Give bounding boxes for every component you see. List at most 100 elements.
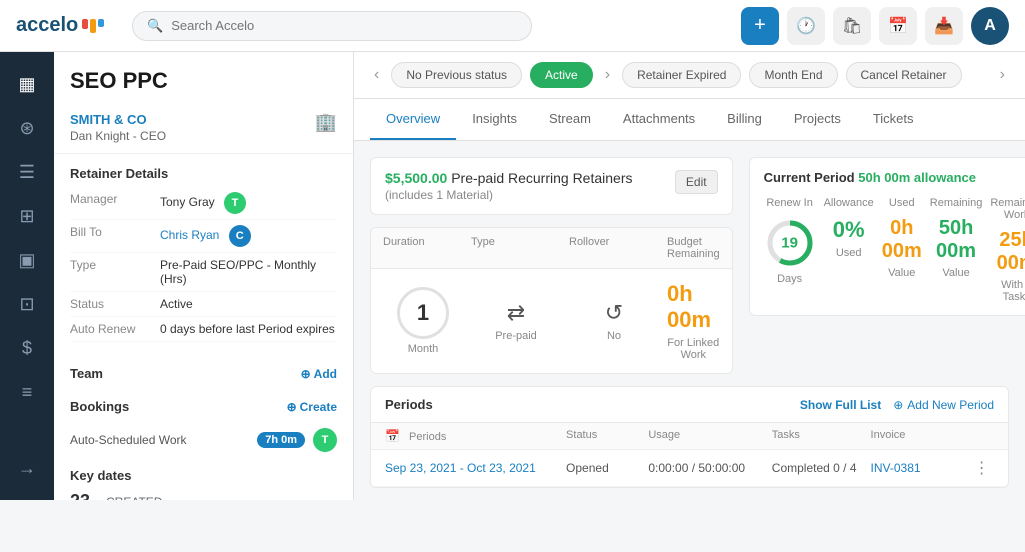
type-label: Type (70, 258, 160, 286)
cp-allowance-col: Allowance 0% Used (824, 197, 874, 303)
sidebar-item-dollar[interactable]: $ (7, 328, 47, 368)
sidebar-item-arrow[interactable]: → (7, 448, 47, 488)
col-usage: Usage (648, 429, 771, 443)
status-label: Status (70, 297, 160, 311)
tab-overview[interactable]: Overview (370, 99, 456, 140)
budget-col-header: Budget Remaining (667, 236, 720, 260)
duration-col-header: Duration (383, 236, 463, 260)
show-full-link[interactable]: Show Full List (800, 398, 881, 412)
retainer-expired-pill[interactable]: Retainer Expired (622, 62, 741, 88)
client-contact: Dan Knight - CEO (70, 129, 166, 143)
type-icon: ⇄ (507, 300, 525, 326)
sidebar-item-tag[interactable]: ⊞ (7, 196, 47, 236)
search-icon: 🔍 (147, 18, 163, 34)
tab-tickets[interactable]: Tickets (857, 99, 930, 140)
building-icon: 🏢 (315, 112, 337, 133)
logo-icon (82, 19, 104, 33)
time-badge: 7h 0m (257, 432, 305, 448)
client-name[interactable]: SMITH & CO (70, 112, 166, 127)
content-area: $5,500.00 Pre-paid Recurring Retainers (… (354, 141, 1025, 500)
sidebar-item-report[interactable]: ≡ (7, 372, 47, 412)
tab-projects[interactable]: Projects (778, 99, 857, 140)
status-prev-btn[interactable]: ‹ (370, 64, 383, 86)
status-next-btn[interactable]: › (601, 64, 614, 86)
periods-header: Periods Show Full List ⊕ Add New Period (371, 387, 1008, 423)
avatar-button[interactable]: A (971, 7, 1009, 45)
tab-stream[interactable]: Stream (533, 99, 607, 140)
status-end-btn[interactable]: › (996, 64, 1009, 86)
auto-renew-value: 0 days before last Period expires (160, 322, 337, 336)
sidebar-item-calendar[interactable]: ▣ (7, 240, 47, 280)
cal-icon: 📅 (385, 429, 400, 443)
bag-button[interactable]: 🛍 (833, 7, 871, 45)
sidebar-item-filter[interactable]: ⊛ (7, 108, 47, 148)
detail-grid: Manager Tony Gray T Bill To Chris Ryan C… (54, 187, 353, 354)
edit-button[interactable]: Edit (675, 170, 718, 194)
rollover-icon: ↺ (605, 300, 623, 326)
duration-header: Duration Type Rollover Budget Remaining (371, 228, 732, 269)
cp-allowance-value: 0% (824, 217, 874, 243)
retainer-card-label: Pre-paid Recurring Retainers (451, 170, 632, 186)
month-end-pill[interactable]: Month End (749, 62, 837, 88)
tab-attachments[interactable]: Attachments (607, 99, 711, 140)
type-value: Pre-Paid SEO/PPC - Monthly (Hrs) (160, 258, 337, 286)
add-button[interactable]: + (741, 7, 779, 45)
add-period-button[interactable]: ⊕ Add New Period (893, 398, 994, 412)
donut-chart: 19 (764, 217, 816, 269)
cp-remaining-work-value: 25h 00m (990, 229, 1025, 275)
period-invoice[interactable]: INV-0381 (871, 461, 970, 475)
cp-remaining-col: Remaining 50h 00m Value (930, 197, 983, 303)
sidebar-item-dashboard[interactable]: ▦ (7, 64, 47, 104)
duration-circle: 1 (397, 287, 449, 339)
period-menu-button[interactable]: ⋮ (969, 458, 994, 478)
manager-badge: T (224, 192, 246, 214)
main-wrapper: SEO PPC SMITH & CO Dan Knight - CEO 🏢 Re… (54, 52, 1025, 500)
no-previous-pill[interactable]: No Previous status (391, 62, 522, 88)
retainer-header: $5,500.00 Pre-paid Recurring Retainers (… (370, 157, 733, 215)
sidebar-item-monitor[interactable]: ⊡ (7, 284, 47, 324)
logo: accelo (16, 14, 116, 37)
periods-section: Periods Show Full List ⊕ Add New Period … (370, 386, 1009, 488)
renew-in-value: 19 (781, 235, 798, 252)
cp-remaining-value: 50h 00m (930, 217, 983, 263)
active-pill[interactable]: Active (530, 62, 593, 88)
col-actions (969, 429, 994, 443)
auto-renew-label: Auto Renew (70, 322, 160, 336)
nav-actions: + 🕐 🛍 📅 📥 A (741, 7, 1009, 45)
bill-to-value[interactable]: Chris Ryan C (160, 225, 337, 247)
search-input[interactable] (171, 18, 517, 33)
periods-table-header: 📅 Periods Status Usage Tasks Invoice (371, 423, 1008, 450)
team-add-link[interactable]: ⊕ Add (301, 367, 337, 381)
type-col-header: Type (471, 236, 561, 260)
duration-grid: Duration Type Rollover Budget Remaining … (370, 227, 733, 374)
date-row: 23 CREATED (70, 491, 337, 500)
team-label: Team (70, 366, 103, 381)
client-card: SMITH & CO Dan Knight - CEO 🏢 (54, 102, 353, 154)
inbox-button[interactable]: 📥 (925, 7, 963, 45)
cancel-retainer-pill[interactable]: Cancel Retainer (846, 62, 962, 88)
periods-actions: Show Full List ⊕ Add New Period (800, 398, 994, 412)
search-bar[interactable]: 🔍 (132, 11, 532, 41)
budget-sublabel: For Linked Work (667, 337, 720, 361)
date-num: 23 (70, 491, 98, 500)
rollover-cell: ↺ No (569, 300, 659, 342)
calendar-button[interactable]: 📅 (879, 7, 917, 45)
auto-renew-row: Auto Renew 0 days before last Period exp… (70, 317, 337, 342)
col-periods: 📅 Periods (385, 429, 566, 443)
cp-allowance-header: Allowance (824, 197, 874, 209)
sidebar-item-list[interactable]: ☰ (7, 152, 47, 192)
tab-billing[interactable]: Billing (711, 99, 778, 140)
period-date[interactable]: Sep 23, 2021 - Oct 23, 2021 (385, 461, 566, 475)
tab-insights[interactable]: Insights (456, 99, 533, 140)
bookings-create-link[interactable]: ⊕ Create (287, 400, 337, 414)
cp-renew-col: Renew In 19 Days (764, 197, 816, 303)
cp-used-value: 0h 00m (882, 217, 922, 263)
clock-button[interactable]: 🕐 (787, 7, 825, 45)
cp-allowance-sublabel: Used (824, 247, 874, 259)
rollover-col-header: Rollover (569, 236, 659, 260)
periods-label: Periods (385, 397, 433, 412)
cp-remaining-work-col: Remaining Work 25h 00m With 4 Tasks (990, 197, 1025, 303)
left-panel: SEO PPC SMITH & CO Dan Knight - CEO 🏢 Re… (54, 52, 354, 500)
period-status: Opened (566, 461, 648, 475)
period-tasks: Completed 0 / 4 (772, 461, 871, 475)
